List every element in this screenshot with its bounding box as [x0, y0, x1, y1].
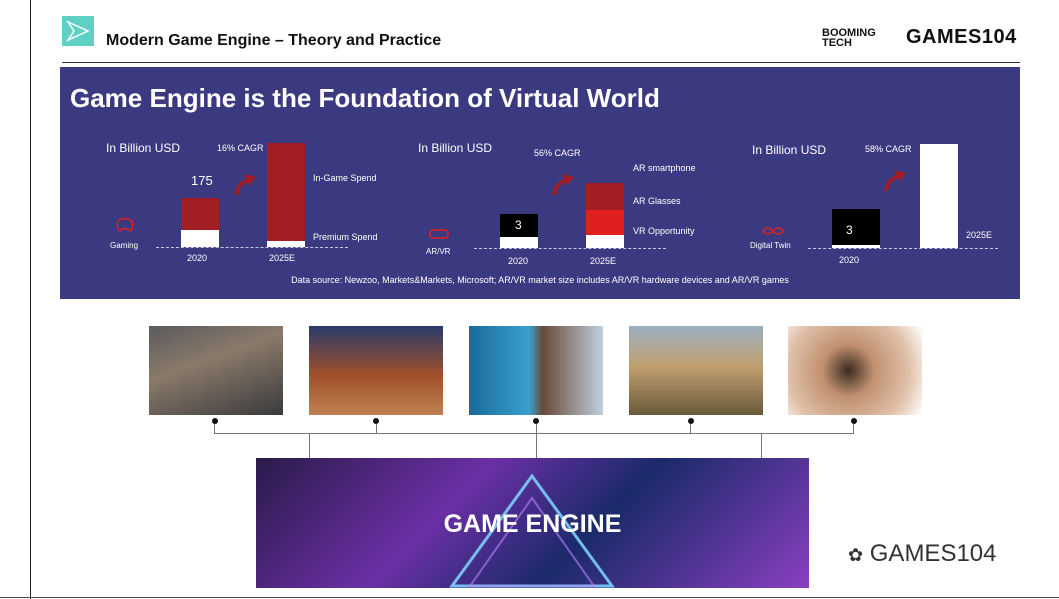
gaming-icon-label: Gaming: [110, 241, 139, 250]
gaming-2025-bar-top: [267, 143, 305, 241]
connector-dot: [212, 418, 218, 424]
gaming-segment-premium: Premium Spend: [313, 232, 378, 242]
thumb-human-eye: [788, 326, 922, 415]
gaming-growth-arrow-icon: [234, 174, 256, 195]
gaming-unit-label: In Billion USD: [106, 141, 181, 155]
gaming-baseline: [156, 247, 348, 248]
thumb-military-sim: [629, 326, 763, 415]
connector-line: [309, 433, 310, 458]
connector-line: [536, 424, 537, 458]
arvr-2020-value: 3: [515, 218, 522, 232]
gaming-year-2025: 2025E: [269, 253, 296, 263]
connector-dot: [851, 418, 857, 424]
twin-year-2020: 2020: [839, 255, 860, 265]
arvr-growth-arrow-icon: [552, 174, 574, 195]
gaming-controller-icon: [116, 217, 134, 232]
market-panel: Game Engine is the Foundation of Virtual…: [60, 67, 1020, 299]
gaming-2020-bar-top: [181, 198, 219, 230]
arvr-segment-vr: VR Opportunity: [633, 226, 695, 236]
digital-twin-icon: [762, 227, 784, 235]
thumb-medieval-battle: [149, 326, 283, 415]
twin-2025-bar: [920, 144, 958, 248]
arvr-2025-bar-vr: [586, 235, 624, 248]
gaming-year-2020: 2020: [187, 253, 208, 263]
gaming-2020-value: 175: [191, 173, 213, 188]
vr-headset-icon: [429, 229, 449, 239]
game-engine-title: GAME ENGINE: [443, 510, 622, 538]
wechat-watermark: ✿ GAMES104: [848, 540, 997, 568]
arvr-baseline: [474, 248, 666, 249]
arvr-segment-smartphone: AR smartphone: [633, 163, 696, 173]
data-source-note: Data source: Newzoo, Markets&Markets, Mi…: [291, 275, 789, 285]
thumb-digital-factory: [469, 326, 603, 415]
games104-logo: GAMES104: [906, 26, 1017, 48]
arvr-2025-bar-smartphone: [586, 183, 624, 210]
twin-cagr-label: 58% CAGR: [865, 144, 912, 154]
game-engine-banner: GAME ENGINE: [256, 458, 809, 588]
booming-tech-logo: BOOMING TECH: [822, 28, 876, 49]
left-border-line: [30, 0, 31, 599]
slide-slogan: Game Engine is the Foundation of Virtual…: [70, 83, 660, 113]
slide-logo-icon: [62, 16, 94, 46]
twin-icon-label: Digital Twin: [750, 241, 791, 250]
thumb-vr-headset: [309, 326, 443, 415]
arvr-segment-glasses: AR Glasses: [633, 196, 681, 206]
bottom-border-line: [0, 597, 1059, 598]
twin-unit-label: In Billion USD: [752, 143, 827, 157]
wechat-icon: ✿: [848, 545, 864, 565]
twin-2020-bar-top: [832, 209, 880, 245]
gaming-cagr-label: 16% CAGR: [217, 143, 264, 153]
slide-header-title: Modern Game Engine – Theory and Practice: [106, 32, 442, 49]
watermark-text: GAMES104: [869, 540, 997, 567]
arvr-unit-label: In Billion USD: [418, 141, 493, 155]
arvr-cagr-label: 56% CAGR: [534, 148, 581, 158]
twin-growth-arrow-icon: [884, 170, 906, 191]
arvr-year-2020: 2020: [508, 256, 529, 266]
gaming-segment-ingame: In-Game Spend: [313, 173, 377, 183]
twin-year-2025: 2025E: [966, 230, 993, 240]
arvr-2025-bar-glasses: [586, 210, 624, 235]
arvr-year-2025: 2025E: [590, 256, 617, 266]
connector-bus: [214, 433, 854, 434]
twin-2020-value: 3: [846, 223, 853, 237]
arvr-2020-bar-bottom: [500, 237, 538, 248]
gaming-2020-bar-bottom: [181, 230, 219, 247]
brand-tech-text: TECH: [822, 37, 852, 49]
header-divider: [62, 62, 1020, 63]
connector-line: [761, 433, 762, 458]
twin-baseline: [808, 248, 998, 249]
arvr-icon-label: AR/VR: [426, 247, 451, 256]
connector-dot: [688, 418, 694, 424]
